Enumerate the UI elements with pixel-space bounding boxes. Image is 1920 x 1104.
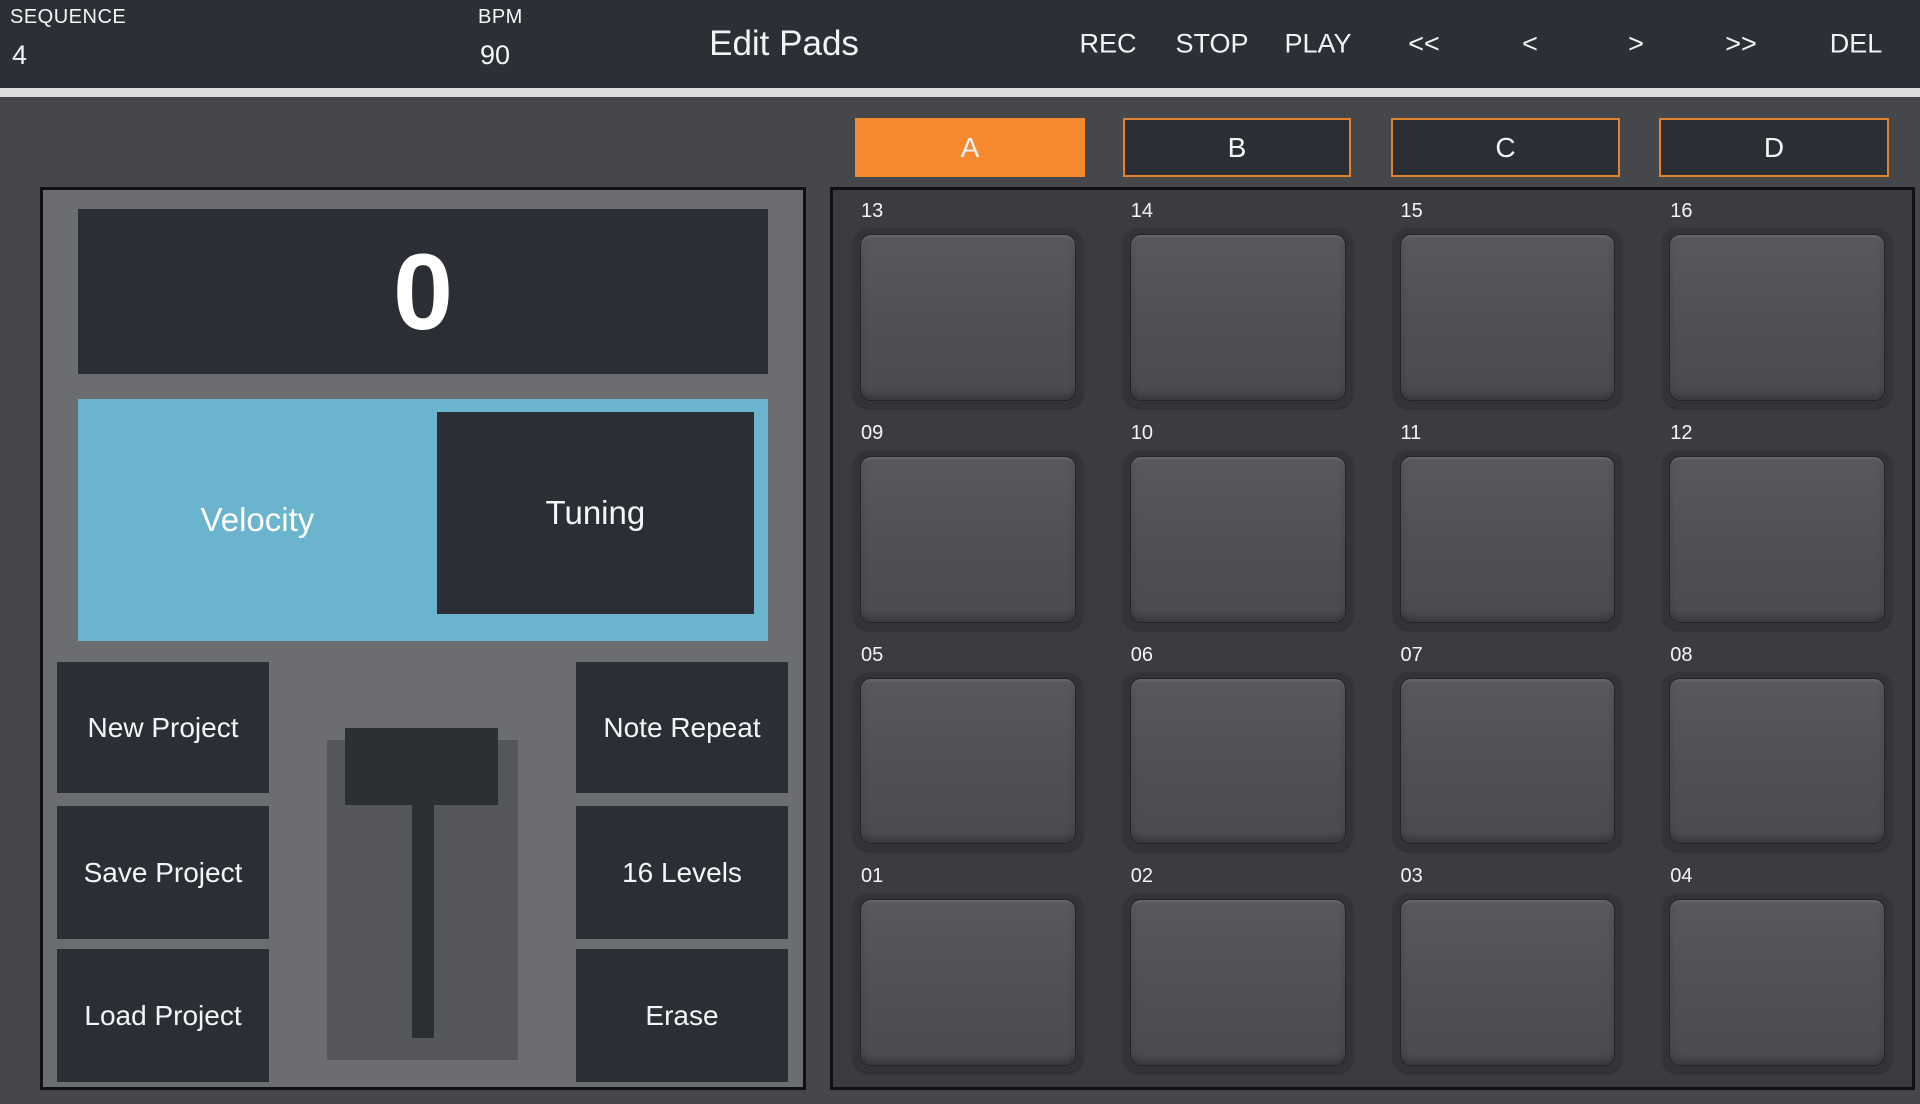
bank-tab-a[interactable]: A [855,118,1085,177]
pad-03[interactable] [1393,892,1623,1073]
pad-05-face [860,678,1076,845]
step-forward-button[interactable]: > [1628,29,1644,60]
pad-13-face [860,234,1076,401]
pad-10-face [1130,456,1346,623]
pad-cell-10: 10 [1123,418,1353,630]
tuning-mode-button[interactable]: Tuning [437,412,754,614]
fader-stem [412,805,434,1038]
pad-grid-panel: 13 14 15 16 09 10 11 12 05 06 07 [830,187,1915,1090]
value-display: 0 [78,209,768,374]
pad-cell-09: 09 [853,418,1083,630]
bank-tab-d[interactable]: D [1659,118,1889,177]
pad-06-face [1130,678,1346,845]
pad-08-label: 08 [1662,640,1892,671]
pad-14-label: 14 [1123,196,1353,227]
bpm-label: BPM [478,6,523,29]
pad-12-face [1669,456,1885,623]
erase-button[interactable]: Erase [576,949,788,1082]
pad-07[interactable] [1393,671,1623,852]
bank-tab-c[interactable]: C [1391,118,1620,177]
pad-10[interactable] [1123,449,1353,630]
pad-15-face [1400,234,1616,401]
pad-16-label: 16 [1662,196,1892,227]
sixteen-levels-button[interactable]: 16 Levels [576,806,788,939]
pad-09-label: 09 [853,418,1083,449]
pad-cell-07: 07 [1393,640,1623,852]
pad-03-label: 03 [1393,861,1623,892]
pad-16[interactable] [1662,227,1892,408]
pad-cell-01: 01 [853,861,1083,1073]
play-button[interactable]: PLAY [1284,29,1351,60]
bank-tab-b[interactable]: B [1123,118,1351,177]
pad-02[interactable] [1123,892,1353,1073]
pad-05[interactable] [853,671,1083,852]
pad-12-label: 12 [1662,418,1892,449]
rewind-button[interactable]: << [1408,29,1440,60]
pad-01-label: 01 [853,861,1083,892]
stop-button[interactable]: STOP [1175,29,1248,60]
pad-09-face [860,456,1076,623]
fader-handle[interactable] [345,728,498,805]
pad-10-label: 10 [1123,418,1353,449]
pad-06-label: 06 [1123,640,1353,671]
pad-01[interactable] [853,892,1083,1073]
pad-03-face [1400,899,1616,1066]
pad-08-face [1669,678,1885,845]
bpm-value[interactable]: 90 [480,40,510,71]
topbar-separator [0,88,1920,97]
pad-11-label: 11 [1393,418,1623,449]
pad-13-label: 13 [853,196,1083,227]
pad-cell-13: 13 [853,196,1083,408]
delete-button[interactable]: DEL [1830,29,1883,60]
load-project-button[interactable]: Load Project [57,949,269,1082]
pad-04-label: 04 [1662,861,1892,892]
pad-cell-03: 03 [1393,861,1623,1073]
pad-cell-14: 14 [1123,196,1353,408]
pad-09[interactable] [853,449,1083,630]
pad-cell-11: 11 [1393,418,1623,630]
pad-15[interactable] [1393,227,1623,408]
velocity-mode-button[interactable]: Velocity [78,399,437,641]
pad-cell-12: 12 [1662,418,1892,630]
control-panel: 0 Velocity Tuning New Project Save Proje… [40,187,806,1090]
pad-06[interactable] [1123,671,1353,852]
record-button[interactable]: REC [1079,29,1136,60]
fast-forward-button[interactable]: >> [1725,29,1757,60]
page-title: Edit Pads [709,24,859,64]
pad-13[interactable] [853,227,1083,408]
pad-14[interactable] [1123,227,1353,408]
pad-02-face [1130,899,1346,1066]
pad-02-label: 02 [1123,861,1353,892]
pad-cell-05: 05 [853,640,1083,852]
pad-07-face [1400,678,1616,845]
new-project-button[interactable]: New Project [57,662,269,793]
pad-cell-15: 15 [1393,196,1623,408]
pad-cell-04: 04 [1662,861,1892,1073]
pad-11-face [1400,456,1616,623]
pad-01-face [860,899,1076,1066]
sequence-value[interactable]: 4 [12,40,27,71]
save-project-button[interactable]: Save Project [57,806,269,939]
pad-05-label: 05 [853,640,1083,671]
pad-15-label: 15 [1393,196,1623,227]
pad-cell-02: 02 [1123,861,1353,1073]
note-repeat-button[interactable]: Note Repeat [576,662,788,793]
pad-cell-06: 06 [1123,640,1353,852]
pad-16-face [1669,234,1885,401]
value-display-number: 0 [393,229,453,354]
top-bar: SEQUENCE 4 BPM 90 Edit Pads REC STOP PLA… [0,0,1920,88]
mode-toggle: Velocity Tuning [78,399,768,641]
pad-11[interactable] [1393,449,1623,630]
pad-08[interactable] [1662,671,1892,852]
sequence-label: SEQUENCE [10,6,126,29]
pad-cell-08: 08 [1662,640,1892,852]
pad-14-face [1130,234,1346,401]
step-back-button[interactable]: < [1522,29,1538,60]
pad-07-label: 07 [1393,640,1623,671]
pad-04-face [1669,899,1885,1066]
pad-04[interactable] [1662,892,1892,1073]
pad-cell-16: 16 [1662,196,1892,408]
pad-12[interactable] [1662,449,1892,630]
